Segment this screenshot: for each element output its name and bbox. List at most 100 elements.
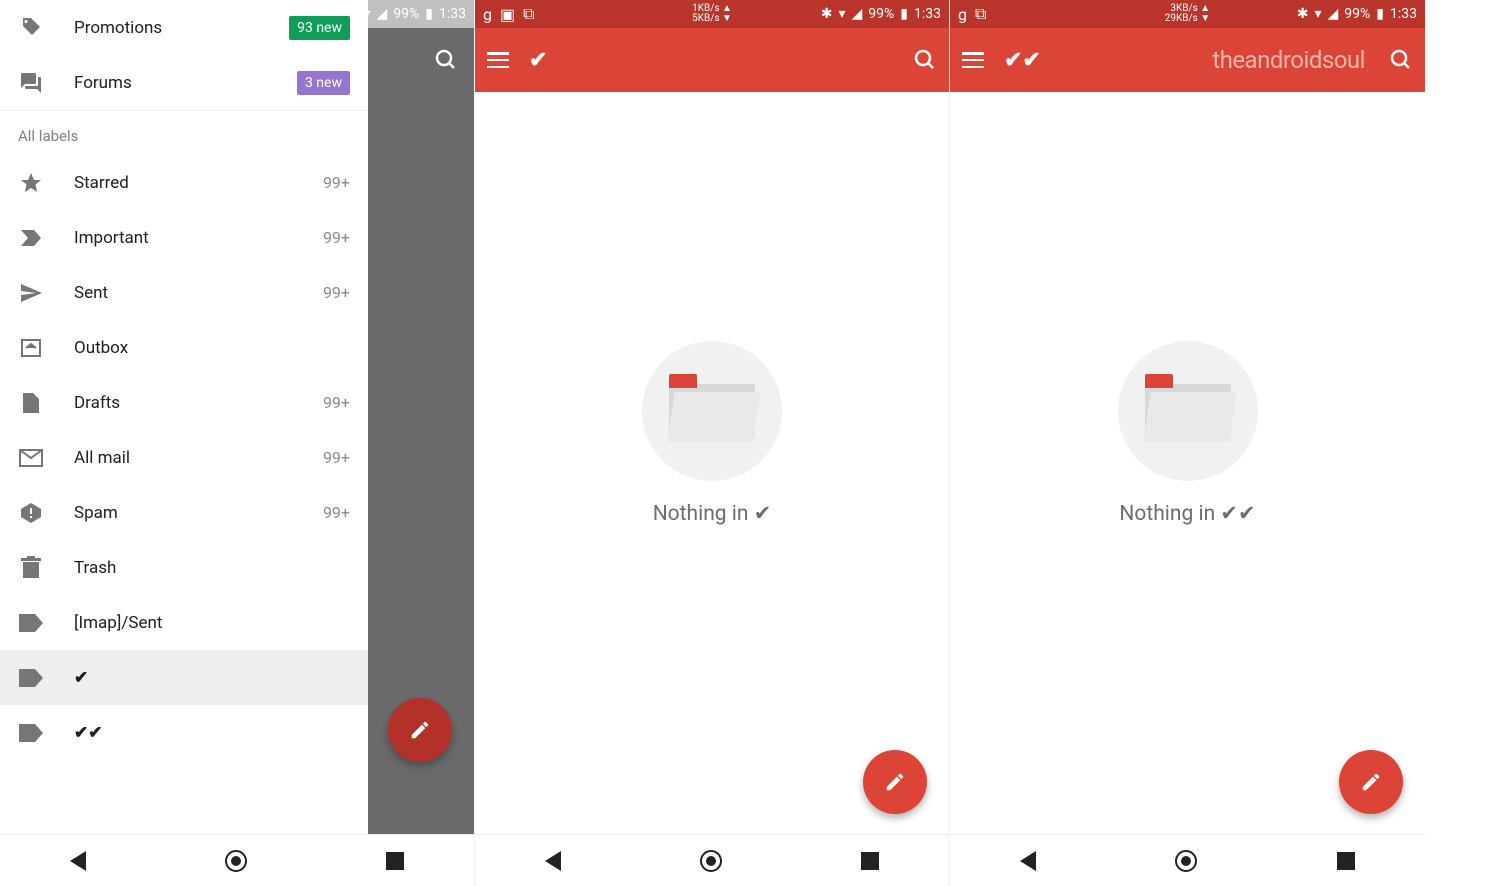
screen-label-double-check: g ⧉ 3KB/s ▲ 29KB/s ▼ ✱ ▾ ◢ 99% ▮ 1:33 ✔✔… xyxy=(950,0,1425,886)
drawer-item-allmail[interactable]: All mail 99+ xyxy=(0,430,368,485)
bluetooth-icon: ✱ xyxy=(1297,6,1309,22)
nav-bar xyxy=(475,834,949,886)
badge-new: 3 new xyxy=(297,71,350,95)
mail-icon xyxy=(18,449,44,467)
clock: 1:33 xyxy=(439,6,466,22)
drawer-count: 99+ xyxy=(323,503,350,522)
drawer-label: ✔✔ xyxy=(74,723,350,743)
drawer-item-imap-sent[interactable]: [Imap]/Sent xyxy=(0,595,368,650)
battery-icon: ▮ xyxy=(425,6,433,22)
nav-bar xyxy=(950,834,1425,886)
nav-drawer: Promotions 93 new Forums 3 new All label… xyxy=(0,0,368,886)
drawer-item-trash[interactable]: Trash xyxy=(0,540,368,595)
wifi-icon: ▾ xyxy=(838,6,845,22)
tag-icon xyxy=(18,16,44,40)
app-bar: ✔ xyxy=(475,28,949,92)
drawer-label: Important xyxy=(74,228,293,248)
nav-back-button[interactable] xyxy=(545,851,561,871)
network-speed: 1KB/s ▲ 5KB/s ▼ xyxy=(692,4,732,24)
content-area: Nothing in ✔ xyxy=(475,92,949,834)
screen-drawer: g ▣ ⧉ 100B/s ▲ 2KB/s ▼ ✱ ▾ ◢ 99% ▮ 1:33 xyxy=(0,0,475,886)
clock: 1:33 xyxy=(914,6,941,22)
signal-icon: ◢ xyxy=(852,6,863,22)
spam-icon xyxy=(18,501,44,525)
empty-illustration xyxy=(642,341,782,481)
drawer-label: Forums xyxy=(74,73,267,93)
drawer-item-outbox[interactable]: Outbox xyxy=(0,320,368,375)
drawer-label: All mail xyxy=(74,448,293,468)
menu-icon[interactable] xyxy=(962,52,984,68)
clock: 1:33 xyxy=(1390,6,1417,22)
goodreads-icon: g xyxy=(958,5,967,24)
file-icon xyxy=(18,391,44,415)
drawer-label: Starred xyxy=(74,173,293,193)
battery-icon: ▮ xyxy=(1376,6,1384,22)
nav-home-button[interactable] xyxy=(225,850,247,872)
drawer-item-starred[interactable]: Starred 99+ xyxy=(0,155,368,210)
battery-percent: 99% xyxy=(393,6,419,22)
send-icon xyxy=(18,281,44,305)
goodreads-icon: g xyxy=(483,5,492,24)
battery-icon: ▮ xyxy=(900,6,908,22)
nav-back-button[interactable] xyxy=(70,851,86,871)
drawer-item-spam[interactable]: Spam 99+ xyxy=(0,485,368,540)
status-bar: g ⧉ 3KB/s ▲ 29KB/s ▼ ✱ ▾ ◢ 99% ▮ 1:33 xyxy=(950,0,1425,28)
drawer-item-forums[interactable]: Forums 3 new xyxy=(0,55,368,110)
wifi-icon: ▾ xyxy=(1314,6,1321,22)
drawer-item-label-check[interactable]: ✔ xyxy=(0,650,368,705)
image-icon: ▣ xyxy=(500,5,515,24)
twitch-icon: ⧉ xyxy=(975,4,986,24)
compose-fab[interactable] xyxy=(863,750,927,814)
badge-new: 93 new xyxy=(289,16,350,40)
star-icon xyxy=(18,171,44,195)
forum-icon xyxy=(18,71,44,95)
drawer-count: 99+ xyxy=(323,173,350,192)
drawer-label: Drafts xyxy=(74,393,293,413)
drawer-item-label-doublecheck[interactable]: ✔✔ xyxy=(0,705,368,760)
watermark: theandroidsoul xyxy=(1212,46,1365,74)
drawer-item-important[interactable]: Important 99+ xyxy=(0,210,368,265)
nav-home-button[interactable] xyxy=(700,850,722,872)
app-title: ✔ xyxy=(529,48,547,73)
nav-home-button[interactable] xyxy=(1175,850,1197,872)
app-bar: ✔✔ theandroidsoul xyxy=(950,28,1425,92)
screen-label-single-check: g ▣ ⧉ 1KB/s ▲ 5KB/s ▼ ✱ ▾ ◢ 99% ▮ 1:33 ✔… xyxy=(475,0,950,886)
drawer-count: 99+ xyxy=(323,283,350,302)
compose-fab[interactable] xyxy=(388,698,452,762)
search-icon[interactable] xyxy=(913,48,937,72)
content-area: Nothing in ✔✔ xyxy=(950,92,1425,834)
outbox-icon xyxy=(18,336,44,360)
trash-icon xyxy=(18,556,44,580)
drawer-count: 99+ xyxy=(323,448,350,467)
empty-illustration xyxy=(1118,341,1258,481)
signal-icon: ◢ xyxy=(377,6,388,22)
search-icon[interactable] xyxy=(434,48,458,72)
network-speed: 3KB/s ▲ 29KB/s ▼ xyxy=(1165,4,1210,24)
app-title: ✔✔ xyxy=(1004,48,1041,73)
search-icon[interactable] xyxy=(1389,48,1413,72)
section-header: All labels xyxy=(0,110,368,155)
drawer-item-promotions[interactable]: Promotions 93 new xyxy=(0,0,368,55)
empty-state: Nothing in ✔✔ xyxy=(1118,341,1258,526)
nav-recent-button[interactable] xyxy=(861,852,879,870)
nav-recent-button[interactable] xyxy=(386,852,404,870)
status-bar: g ▣ ⧉ 1KB/s ▲ 5KB/s ▼ ✱ ▾ ◢ 99% ▮ 1:33 xyxy=(475,0,949,28)
drawer-label: Spam xyxy=(74,503,293,523)
menu-icon[interactable] xyxy=(487,52,509,68)
nav-bar xyxy=(0,834,474,886)
important-icon xyxy=(18,228,44,248)
drawer-item-sent[interactable]: Sent 99+ xyxy=(0,265,368,320)
nav-back-button[interactable] xyxy=(1020,851,1036,871)
label-icon xyxy=(18,724,44,742)
twitch-icon: ⧉ xyxy=(523,4,534,24)
drawer-label: [Imap]/Sent xyxy=(74,613,350,633)
empty-text: Nothing in ✔ xyxy=(642,501,782,526)
compose-fab[interactable] xyxy=(1339,750,1403,814)
label-icon xyxy=(18,614,44,632)
drawer-label: Outbox xyxy=(74,338,350,358)
nav-recent-button[interactable] xyxy=(1337,852,1355,870)
empty-state: Nothing in ✔ xyxy=(642,341,782,526)
drawer-item-drafts[interactable]: Drafts 99+ xyxy=(0,375,368,430)
drawer-count: 99+ xyxy=(323,393,350,412)
drawer-label: Sent xyxy=(74,283,293,303)
